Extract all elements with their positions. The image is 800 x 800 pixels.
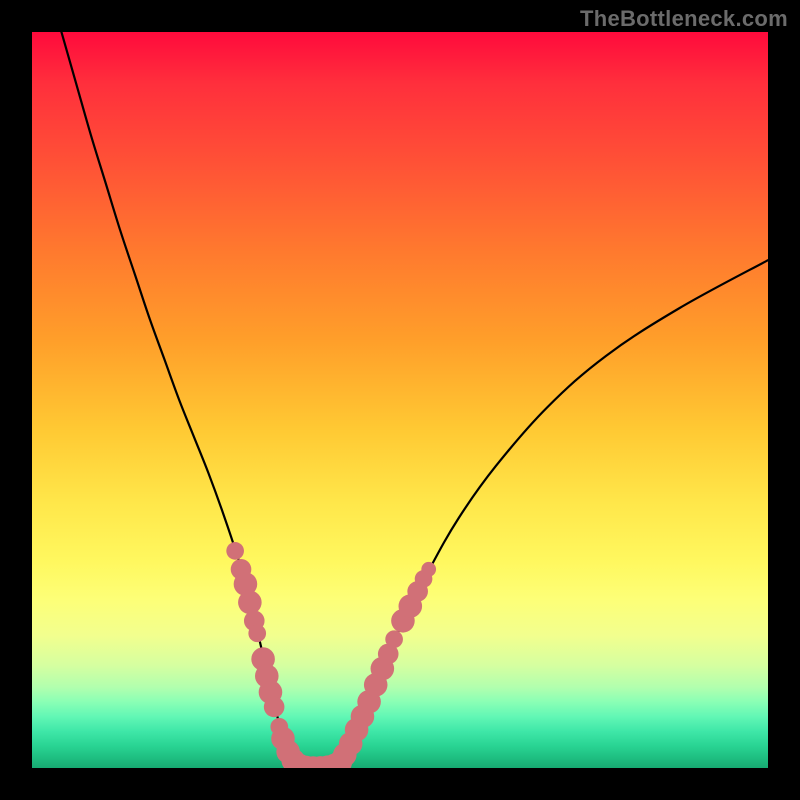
- chart-stage: TheBottleneck.com: [0, 0, 800, 800]
- bead-marker: [226, 542, 244, 560]
- bottleneck-curve: [61, 32, 768, 768]
- bead-marker: [264, 697, 285, 718]
- curve-svg: [32, 32, 768, 768]
- bead-marker: [421, 562, 436, 577]
- bead-markers: [226, 542, 436, 768]
- attribution-text: TheBottleneck.com: [580, 6, 788, 32]
- bead-marker: [238, 591, 262, 615]
- plot-frame: [32, 32, 768, 768]
- bead-marker: [385, 630, 403, 648]
- bead-marker: [248, 624, 266, 642]
